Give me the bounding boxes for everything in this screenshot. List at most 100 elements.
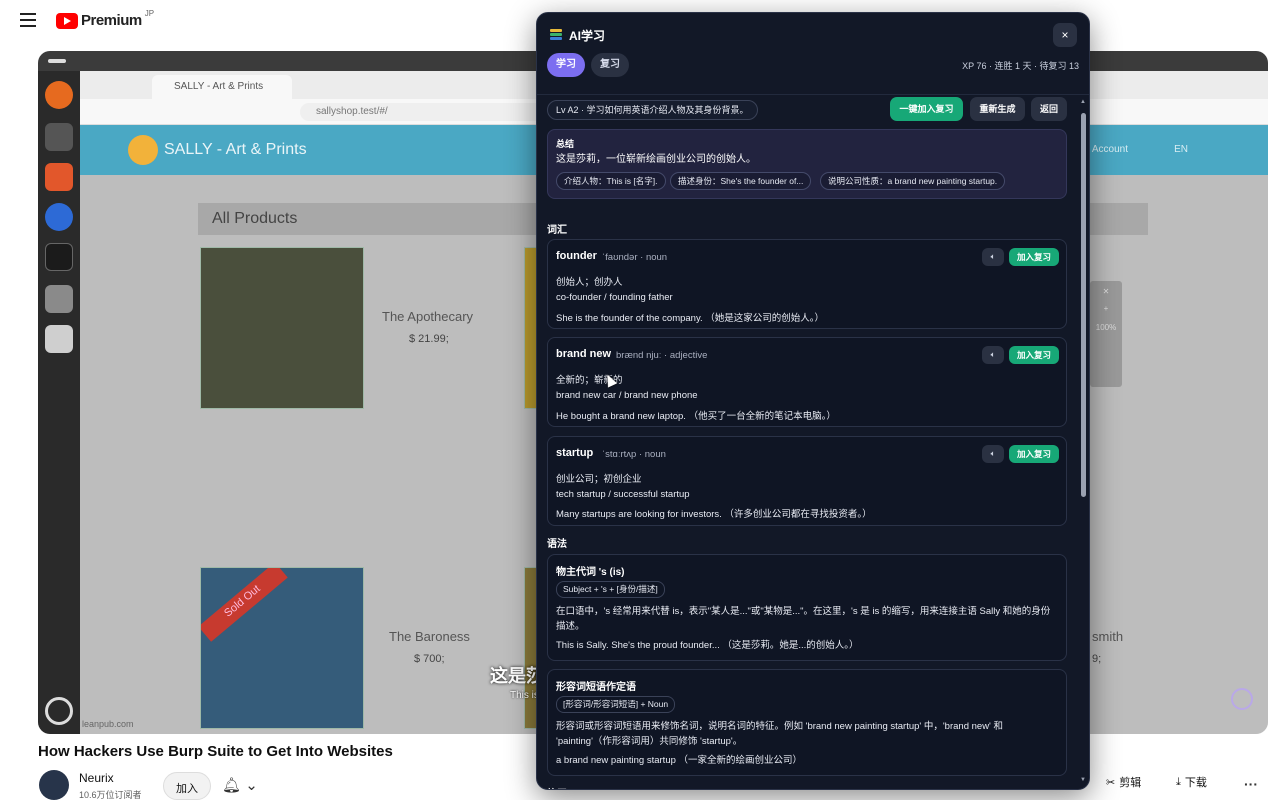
vocab-phonetic: brænd njuː · adjective <box>616 350 708 361</box>
zoom-controls: ✕ + 100% <box>1090 281 1122 387</box>
download-icon: ⤓ <box>1176 775 1181 788</box>
download-label: 下载 <box>1184 777 1207 789</box>
vocab-word: brand new <box>556 348 612 360</box>
summary-card: 总结 这是莎莉，一位崭新绘画创业公司的创始人。 介绍人物：This is [名字… <box>547 129 1067 199</box>
grammar-title: 物主代词 's (is) <box>556 567 625 578</box>
clip-button[interactable]: ✂ 剪辑 <box>1106 774 1141 790</box>
language-link: EN <box>1174 144 1188 155</box>
level-pill: Lv A2 · 学习如何用英语介绍人物及其身份背景。 <box>547 100 758 120</box>
scroll-up-arrow-icon[interactable]: ▲ <box>1080 99 1086 105</box>
browser-tab: SALLY - Art & Prints <box>152 75 292 99</box>
close-icon: ✕ <box>1102 287 1110 296</box>
vocab-meaning: 创业公司；初创企业 <box>556 474 642 485</box>
firefox-icon <box>45 81 73 109</box>
vocab-collocations: brand new car / brand new phone <box>556 390 698 401</box>
vocab-word: startup <box>556 447 594 459</box>
palette-logo-icon <box>128 135 158 165</box>
grammar-pattern: [形容词/形容词短语] + Noun <box>556 696 676 713</box>
product-name: The Baroness <box>389 629 470 644</box>
grammar-heading: 语法 <box>547 539 567 550</box>
books-icon <box>550 29 562 41</box>
practice-heading: 练习 <box>547 785 567 789</box>
trash-icon <box>45 325 73 353</box>
youtube-logo[interactable]: Premium JP <box>56 9 155 29</box>
scroll-down-arrow-icon[interactable]: ▼ <box>1080 777 1086 783</box>
download-button[interactable]: ⤓ 下载 <box>1176 774 1207 790</box>
grammar-card: 形容词短语作定语 [形容词/形容词短语] + Noun 形容词或形容词短语用来修… <box>547 669 1067 776</box>
close-button[interactable]: × <box>1053 23 1077 47</box>
grammar-title: 形容词短语作定语 <box>556 682 636 693</box>
ai-assistant-icon[interactable] <box>1231 688 1253 710</box>
help-icon <box>45 203 73 231</box>
more-actions-icon[interactable]: ··· <box>1244 776 1258 792</box>
vocab-phonetic: ˈfaʊndər · noun <box>602 252 668 263</box>
join-button[interactable]: 加入 <box>163 772 211 800</box>
speaker-icon[interactable]: 🔈︎ <box>982 445 1004 463</box>
zoom-level: 100% <box>1095 323 1117 332</box>
account-link: Account <box>1091 144 1128 155</box>
vocab-card: startup ˈstɑːrtʌp · noun 🔈︎ 加入复习 创业公司；初创… <box>547 436 1067 526</box>
hamburger-menu-icon[interactable] <box>20 13 36 27</box>
product-price: $ 21.99; <box>409 333 449 345</box>
speaker-icon[interactable]: 🔈︎ <box>982 346 1004 364</box>
grammar-explanation: 在口语中，'s 经常用来代替 is，表示"某人是..."或"某物是..."。在这… <box>556 606 1051 632</box>
scissors-icon: ✂ <box>1106 776 1116 789</box>
vocab-collocations: co-founder / founding father <box>556 292 673 303</box>
vocab-phonetic: ˈstɑːrtʌp · noun <box>602 449 666 460</box>
summary-chip: 描述身份：She's the founder of... <box>670 172 812 190</box>
summary-text: 这是莎莉，一位崭新绘画创业公司的创始人。 <box>556 154 756 165</box>
painting-baroness: Sold Out <box>200 567 364 729</box>
channel-avatar[interactable] <box>39 770 69 800</box>
vocab-meaning: 创始人；创办人 <box>556 277 623 288</box>
grammar-card: 物主代词 's (is) Subject + 's + [身份/描述] 在口语中… <box>547 554 1067 661</box>
grammar-explanation: 形容词或形容词短语用来修饰名词，说明名词的特征。例如 'brand new pa… <box>556 721 1004 747</box>
tab-review[interactable]: 复习 <box>591 53 629 77</box>
video-title: How Hackers Use Burp Suite to Get Into W… <box>38 743 393 760</box>
vocab-card: founder ˈfaʊndər · noun 🔈︎ 加入复习 创始人；创办人 … <box>547 239 1067 329</box>
logo-region: JP <box>144 9 155 18</box>
clip-label: 剪辑 <box>1119 777 1142 789</box>
panel-content[interactable]: Lv A2 · 学习如何用英语介绍人物及其身份背景。 一键加入复习 重新生成 返… <box>537 95 1081 789</box>
panel-title: AI学习 <box>569 29 606 43</box>
product-name: The Apothecary <box>382 309 474 324</box>
vocab-example: She is the founder of the company. （她是这家… <box>556 313 825 324</box>
plus-icon: + <box>1103 304 1109 313</box>
progress-stats: XP 76 · 连胜 1 天 · 待复习 13 <box>962 61 1079 71</box>
product-price: $ 700; <box>414 653 445 665</box>
vm-dock <box>38 71 80 734</box>
add-all-review-button[interactable]: 一键加入复习 <box>890 97 963 121</box>
grammar-pattern: Subject + 's + [身份/描述] <box>556 581 665 598</box>
speaker-icon[interactable]: 🔈︎ <box>982 248 1004 266</box>
add-to-review-button[interactable]: 加入复习 <box>1009 248 1059 266</box>
product-price-partial: 9; <box>1092 653 1102 665</box>
channel-name[interactable]: Neurix <box>79 771 114 785</box>
summary-label: 总结 <box>556 139 575 149</box>
scrollbar-thumb[interactable] <box>1081 113 1086 497</box>
summary-chip: 说明公司性质：a brand new painting startup. <box>820 172 1006 190</box>
grammar-example: a brand new painting startup （一家全新的绘画创业公… <box>556 755 803 766</box>
painting-apothecary <box>200 247 364 409</box>
grammar-example: This is Sally. She's the proud founder..… <box>556 640 859 651</box>
show-apps-icon <box>45 697 73 725</box>
add-to-review-button[interactable]: 加入复习 <box>1009 445 1059 463</box>
watermark: leanpub.com <box>82 719 134 729</box>
ai-learning-panel: AI学习 × 学习 复习 XP 76 · 连胜 1 天 · 待复习 13 Lv … <box>536 12 1090 790</box>
product-name-partial: smith <box>1092 629 1124 644</box>
files-icon <box>45 123 73 151</box>
regenerate-button[interactable]: 重新生成 <box>970 97 1025 121</box>
vocab-example: He bought a brand new laptop. （他买了一台全新的笔… <box>556 411 836 422</box>
channel-subscribers: 10.6万位订阅者 <box>79 790 142 800</box>
app-store-icon <box>45 163 73 191</box>
tab-learn[interactable]: 学习 <box>547 53 585 77</box>
vocab-card: brand new brænd njuː · adjective 🔈︎ 加入复习… <box>547 337 1067 427</box>
bell-icon[interactable]: 🔔︎ ⌄ <box>222 776 258 794</box>
vocab-heading: 词汇 <box>547 225 567 236</box>
youtube-play-icon <box>56 12 78 29</box>
vocab-word: founder <box>556 250 597 262</box>
activities-indicator <box>48 59 66 63</box>
sold-out-ribbon: Sold Out <box>201 568 288 642</box>
logo-text: Premium <box>81 12 142 29</box>
vocab-collocations: tech startup / successful startup <box>556 489 690 500</box>
back-button[interactable]: 返回 <box>1031 97 1067 121</box>
add-to-review-button[interactable]: 加入复习 <box>1009 346 1059 364</box>
